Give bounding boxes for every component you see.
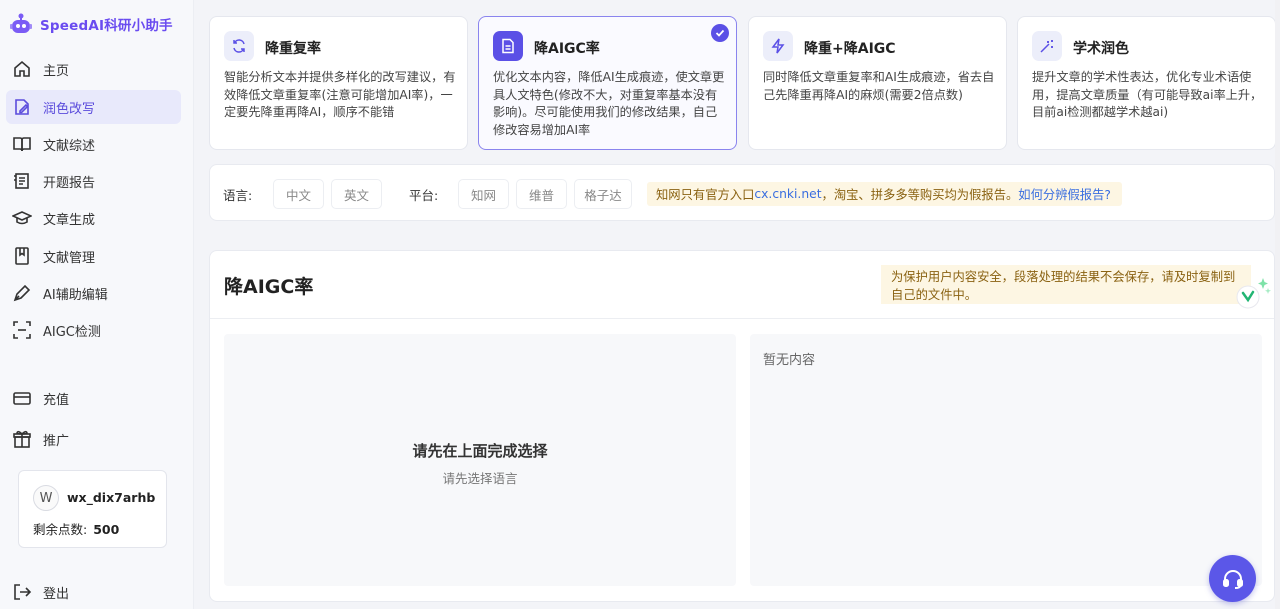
mode-card-reduce-duplication[interactable]: 降重复率 智能分析文本并提供多样化的改写建议，有效降低文章重复率(注意可能增加A… [209,16,468,150]
sidebar-item-label: 文章生成 [43,212,96,228]
scan-icon [13,321,31,339]
platform-option-vip[interactable]: 维普 [516,179,567,209]
fake-report-help-link[interactable]: 如何分辨假报告? [1018,185,1111,203]
output-placeholder: 暂无内容 [763,353,816,368]
refresh-icon [233,39,245,53]
robot-logo-icon [10,13,32,33]
sidebar-item-label: 主页 [43,63,70,79]
card-icon-box [763,31,793,61]
sidebar-item-label: 充值 [43,392,70,408]
sidebar-item-label: 润色改写 [43,101,96,117]
sidebar-item-proposal[interactable]: 开题报告 [6,164,181,198]
scrollbar[interactable] [1275,0,1280,609]
sidebar-item-aigc-detection[interactable]: AIGC检测 [6,313,181,347]
check-icon [711,24,729,42]
empty-state-title: 请先在上面完成选择 [412,442,548,460]
divider [210,318,1274,319]
sidebar-item-literature-review[interactable]: 文献综述 [6,127,181,161]
sidebar-item-home[interactable]: 主页 [6,52,181,86]
sidebar-item-label: 文献综述 [43,138,96,154]
card-icon-box [224,31,254,61]
sidebar-item-recharge[interactable]: 充值 [6,381,181,415]
mode-card-reduce-aigc[interactable]: 降AIGC率 优化文本内容，降低AI生成痕迹，使文章更具人文特色(修改不大，对重… [478,16,737,150]
logout-icon [14,584,32,600]
mode-card-academic-polish[interactable]: 学术润色 提升文章的学术性表达，优化专业术语使用，提高文章质量（有可能导致ai率… [1017,16,1276,150]
card-description: 同时降低文章重复率和AI生成痕迹，省去自己先降重再降AI的麻烦(需要2倍点数) [763,70,995,102]
cnki-link[interactable]: cx.cnki.net [754,187,821,201]
output-area: 暂无内容 [750,334,1262,586]
card-icon [13,392,31,405]
lightning-icon [771,38,785,54]
filter-bar: 语言: 中文 英文 平台: 知网 维普 格子达 知网只有官方入口 cx.cnki… [209,164,1275,221]
platform-label: 平台: [409,188,439,203]
fake-report-notice: 知网只有官方入口 cx.cnki.net ，淘宝、拼多多等购买均为假报告。 如何分辨… [647,182,1122,206]
bookmark-icon [15,247,29,265]
points-label: 剩余点数: [33,522,88,537]
headset-icon [1222,569,1243,589]
card-title: 学术润色 [1073,41,1129,57]
notice-text: ，淘宝、拼多多等购买均为假报告。 [821,188,1019,202]
pen-icon [13,284,31,302]
edit-icon [15,99,29,115]
book-icon [13,137,31,152]
card-description: 提升文章的学术性表达，优化专业术语使用，提高文章质量（有可能导致ai率上升，目前… [1032,70,1263,119]
save-warning: 为保护用户内容安全，段落处理的结果不会保存，请及时复制到自己的文件中。 [881,265,1251,304]
card-description: 智能分析文本并提供多样化的改写建议，有效降低文章重复率(注意可能增加AI率)，一… [224,70,456,119]
language-option-english[interactable]: 英文 [331,179,382,209]
sidebar-item-label: 开题报告 [43,175,96,191]
document-icon [502,38,514,54]
report-icon [14,173,29,189]
input-area[interactable]: 请先在上面完成选择 请先选择语言 [224,334,736,586]
sidebar-item-label: 推广 [43,433,70,449]
magic-wand-icon [1040,40,1053,53]
card-icon-box [1032,31,1062,61]
empty-state-subtitle: 请先选择语言 [442,471,518,486]
sidebar-item-logout[interactable]: 登出 [6,575,181,609]
card-title: 降AIGC率 [534,41,600,57]
brand[interactable]: SpeedAI科研小助手 [10,12,173,36]
card-title: 降重+降AIGC [804,41,896,57]
sidebar-item-promotion[interactable]: 推广 [6,422,181,456]
sidebar-item-ai-editing[interactable]: AI辅助编辑 [6,276,181,310]
sidebar: SpeedAI科研小助手 主页 润色改写 文献综述 开题报告 文章生成 文献管理… [0,0,194,609]
main-panel: 降AIGC率 为保护用户内容安全，段落处理的结果不会保存，请及时复制到自己的文件… [209,250,1275,602]
assistant-sparkle-icon[interactable] [1236,276,1272,312]
sidebar-item-article-generation[interactable]: 文章生成 [6,201,181,235]
points-value: 500 [93,522,120,537]
platform-option-gezida[interactable]: 格子达 [574,179,632,209]
sidebar-item-label: AI辅助编辑 [43,287,108,303]
language-option-chinese[interactable]: 中文 [273,179,324,209]
sidebar-item-label: 文献管理 [43,250,96,266]
app-title: SpeedAI科研小助手 [40,18,173,34]
sidebar-item-label: 登出 [43,586,70,602]
platform-option-cnki[interactable]: 知网 [458,179,509,209]
card-icon-box [493,31,523,61]
notice-text: 知网只有官方入口 [656,188,755,202]
home-icon [14,60,30,77]
graduation-cap-icon [12,211,32,225]
card-description: 优化文本内容，降低AI生成痕迹，使文章更具人文特色(修改不大，对重复率基本没有影… [493,70,725,137]
gift-icon [13,430,31,448]
sidebar-item-label: AIGC检测 [43,324,101,340]
user-card: W wx_dix7arhb 剩余点数: 500 [18,470,167,548]
username: wx_dix7arhb [67,490,156,505]
avatar: W [33,485,59,511]
mode-card-reduce-both[interactable]: 降重+降AIGC 同时降低文章重复率和AI生成痕迹，省去自己先降重再降AI的麻烦… [748,16,1007,150]
card-title: 降重复率 [265,41,321,57]
points-display: 剩余点数: 500 [33,519,119,538]
language-label: 语言: [223,188,253,203]
panel-title: 降AIGC率 [224,276,314,298]
sidebar-item-literature-management[interactable]: 文献管理 [6,239,181,273]
sidebar-item-polish[interactable]: 润色改写 [6,90,181,124]
customer-support-button[interactable] [1209,555,1256,602]
